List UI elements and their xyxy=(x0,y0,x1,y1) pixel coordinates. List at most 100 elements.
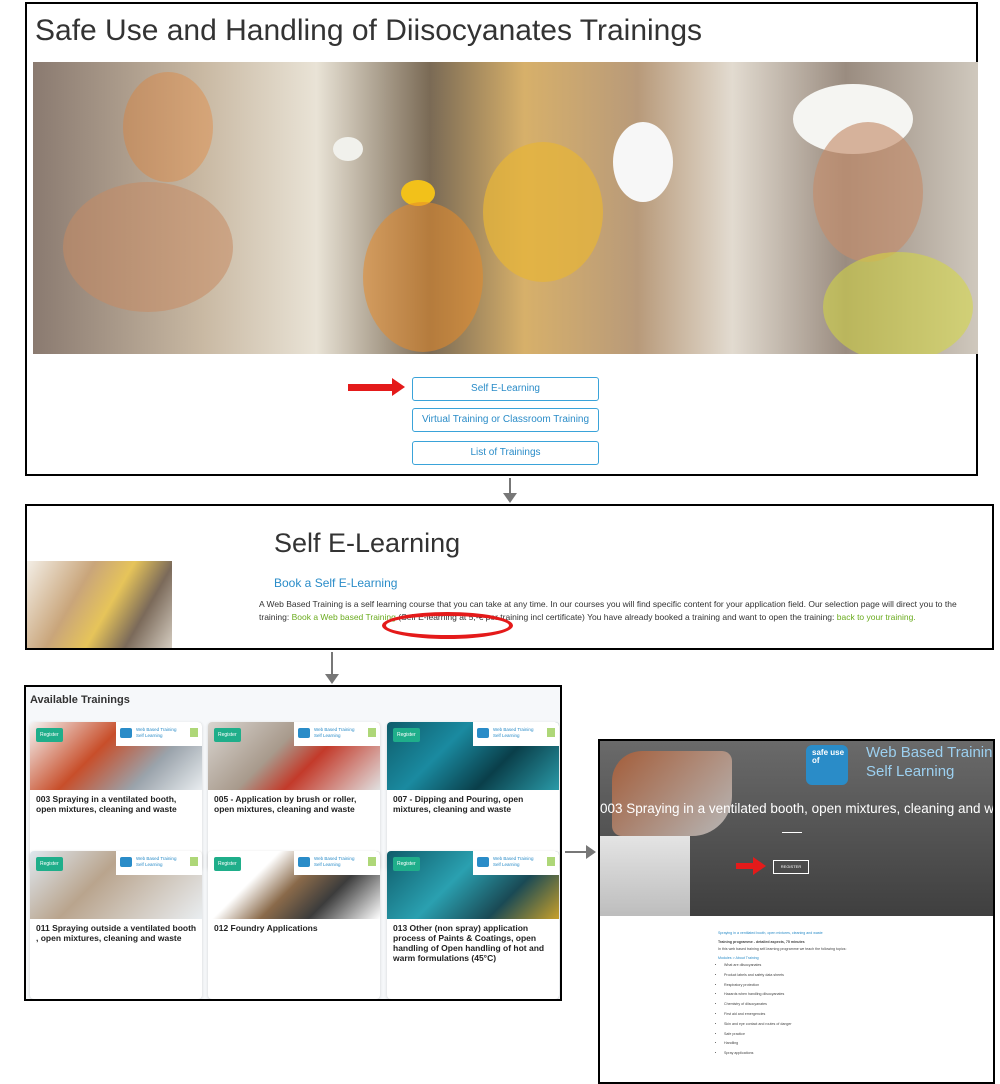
training-title: 003 Spraying in a ventilated booth, open… xyxy=(600,801,995,816)
brand-mark-icon xyxy=(190,728,198,737)
training-title[interactable]: 003 Spraying in a ventilated booth, open… xyxy=(36,794,198,814)
brand-mark-icon xyxy=(368,728,376,737)
brand-badge: Web Based Training Self Learning xyxy=(294,722,380,746)
brand-text: Web Based Training Self Learning xyxy=(314,727,354,739)
brand-badge: Web Based Training Self Learning xyxy=(473,851,559,875)
register-button[interactable]: Register xyxy=(393,857,420,871)
topic-item: What are diisocyanates xyxy=(724,963,958,969)
training-card[interactable]: Web Based Training Self Learning Register 0… xyxy=(208,722,380,870)
vest-shape xyxy=(363,202,483,352)
connector-arrow-icon xyxy=(325,652,339,684)
brand-line: Web Based Training xyxy=(866,744,995,761)
topic-item: Spray applications xyxy=(724,1051,958,1057)
content-subheading: Training programme - detailed aspects, 7… xyxy=(718,939,805,944)
brand-text: Web Based Training Self Learning xyxy=(136,856,176,868)
hands-shape xyxy=(63,182,233,312)
training-detail-panel: safe use of Web Based Training Self Learn… xyxy=(598,739,995,1084)
training-card[interactable]: Web Based Training Self Learning Register 0… xyxy=(30,722,202,870)
section-subtitle: Book a Self E-Learning xyxy=(274,576,398,590)
safe-use-logo-icon xyxy=(477,728,489,738)
brand-text: Web Based Training Self Learning xyxy=(493,727,533,739)
brand-line: Self Learning xyxy=(136,862,163,867)
connector-arrow-icon xyxy=(565,845,596,859)
brand-mark-icon xyxy=(368,857,376,866)
virtual-training-button[interactable]: Virtual Training or Classroom Training xyxy=(412,408,599,432)
brand-text: Web Based Training Self Learning xyxy=(136,727,176,739)
topic-item: First aid and emergencies xyxy=(724,1012,958,1018)
self-e-learning-button[interactable]: Self E-Learning xyxy=(412,377,599,401)
topic-item: Product labels and safety data sheets xyxy=(724,973,958,979)
register-button[interactable]: Register xyxy=(214,728,241,742)
section-title: Self E-Learning xyxy=(274,528,461,558)
hero-image xyxy=(33,62,978,354)
section-title: Available Trainings xyxy=(30,694,130,706)
topic-item: Skin and eye contact and routes of dange… xyxy=(724,1022,958,1028)
safe-use-logo-icon xyxy=(298,857,310,867)
training-title[interactable]: 005 - Application by brush or roller, op… xyxy=(214,794,376,814)
brand-badge: Web Based Training Self Learning xyxy=(116,851,202,875)
brand-mark-icon xyxy=(547,857,555,866)
topic-item: Chemistry of diisocyanates xyxy=(724,1002,958,1008)
safe-use-logo-icon xyxy=(477,857,489,867)
training-title[interactable]: 007 - Dipping and Pouring, open mixtures… xyxy=(393,794,555,814)
helmet-shape xyxy=(483,142,603,282)
arm-shape xyxy=(600,836,690,916)
register-button[interactable]: Register xyxy=(393,728,420,742)
back-to-training-link[interactable]: back to your training. xyxy=(837,612,916,622)
available-trainings-panel: Available Trainings Web Based Training Se… xyxy=(24,685,562,1001)
self-e-learning-panel: Self E-Learning Book a Self E-Learning A… xyxy=(25,504,994,650)
content-heading: Spraying in a ventilated booth, open mix… xyxy=(718,931,823,935)
vest-shape xyxy=(823,252,973,354)
brand-text: Web Based Training Self Learning xyxy=(314,856,354,868)
brand-badge: Web Based Training Self Learning xyxy=(116,722,202,746)
training-content: Spraying in a ventilated booth, open mix… xyxy=(718,931,958,1061)
register-button[interactable]: Register xyxy=(36,857,63,871)
brand-line: Self Learning xyxy=(493,862,520,867)
register-button[interactable]: Register xyxy=(214,857,241,871)
training-card[interactable]: Web Based Training Self Learning Register 0… xyxy=(387,722,559,870)
helmet-shape xyxy=(613,122,673,202)
page-title: Safe Use and Handling of Diisocyanates T… xyxy=(35,14,703,47)
safe-use-logo-icon xyxy=(120,728,132,738)
connector-arrow-icon xyxy=(503,478,517,503)
title-divider xyxy=(782,832,802,833)
brand-badge: Web Based Training Self Learning xyxy=(294,851,380,875)
description-text: A Web Based Training is a self learning … xyxy=(259,598,989,624)
safe-use-logo-icon: safe use of xyxy=(806,745,848,785)
brand-logo: safe use of Web Based Training Self Learn… xyxy=(806,741,993,789)
topic-item: Hazards when handling diisocyanates xyxy=(724,992,958,998)
content-intro: In this web based training self-learning… xyxy=(718,947,847,951)
register-button[interactable]: REGISTER xyxy=(773,860,809,874)
red-arrow-icon xyxy=(736,857,766,875)
topic-item: Respiratory protection xyxy=(724,983,958,989)
vest-shape xyxy=(123,72,213,182)
trainings-overview-panel: Safe Use and Handling of Diisocyanates T… xyxy=(25,2,978,476)
brand-line: Self Learning xyxy=(136,733,163,738)
face-shape xyxy=(813,122,923,262)
brand-line: Self Learning xyxy=(493,733,520,738)
red-arrow-icon xyxy=(348,378,405,396)
book-web-training-link[interactable]: Book a Web based Training xyxy=(292,612,396,622)
brand-line: Self Learning xyxy=(314,862,341,867)
register-button[interactable]: Register xyxy=(36,728,63,742)
training-title[interactable]: 012 Foundry Applications xyxy=(214,923,376,933)
training-title[interactable]: 013 Other (non spray) application proces… xyxy=(393,923,555,963)
logo-text: safe use of xyxy=(812,748,845,765)
brand-line: Self Learning xyxy=(314,733,341,738)
brand-badge: Web Based Training Self Learning xyxy=(473,722,559,746)
safe-use-logo-icon xyxy=(298,728,310,738)
training-title[interactable]: 011 Spraying outside a ventilated booth … xyxy=(36,923,198,943)
brand-mark-icon xyxy=(190,857,198,866)
helmet-shape xyxy=(333,137,363,161)
spray-gun-shape xyxy=(612,751,732,836)
highlight-oval xyxy=(382,612,513,639)
training-card[interactable]: Web Based Training Self Learning Register 0… xyxy=(208,851,380,999)
breadcrumb[interactable]: Modules > About Training xyxy=(718,956,958,962)
workers-thumbnail xyxy=(27,561,172,648)
training-card[interactable]: Web Based Training Self Learning Register 0… xyxy=(387,851,559,999)
list-of-trainings-button[interactable]: List of Trainings xyxy=(412,441,599,465)
topics-list: What are diisocyanates Product labels and… xyxy=(718,963,958,1057)
training-card[interactable]: Web Based Training Self Learning Register 0… xyxy=(30,851,202,999)
topic-item: Safe practice xyxy=(724,1032,958,1038)
safe-use-logo-icon xyxy=(120,857,132,867)
